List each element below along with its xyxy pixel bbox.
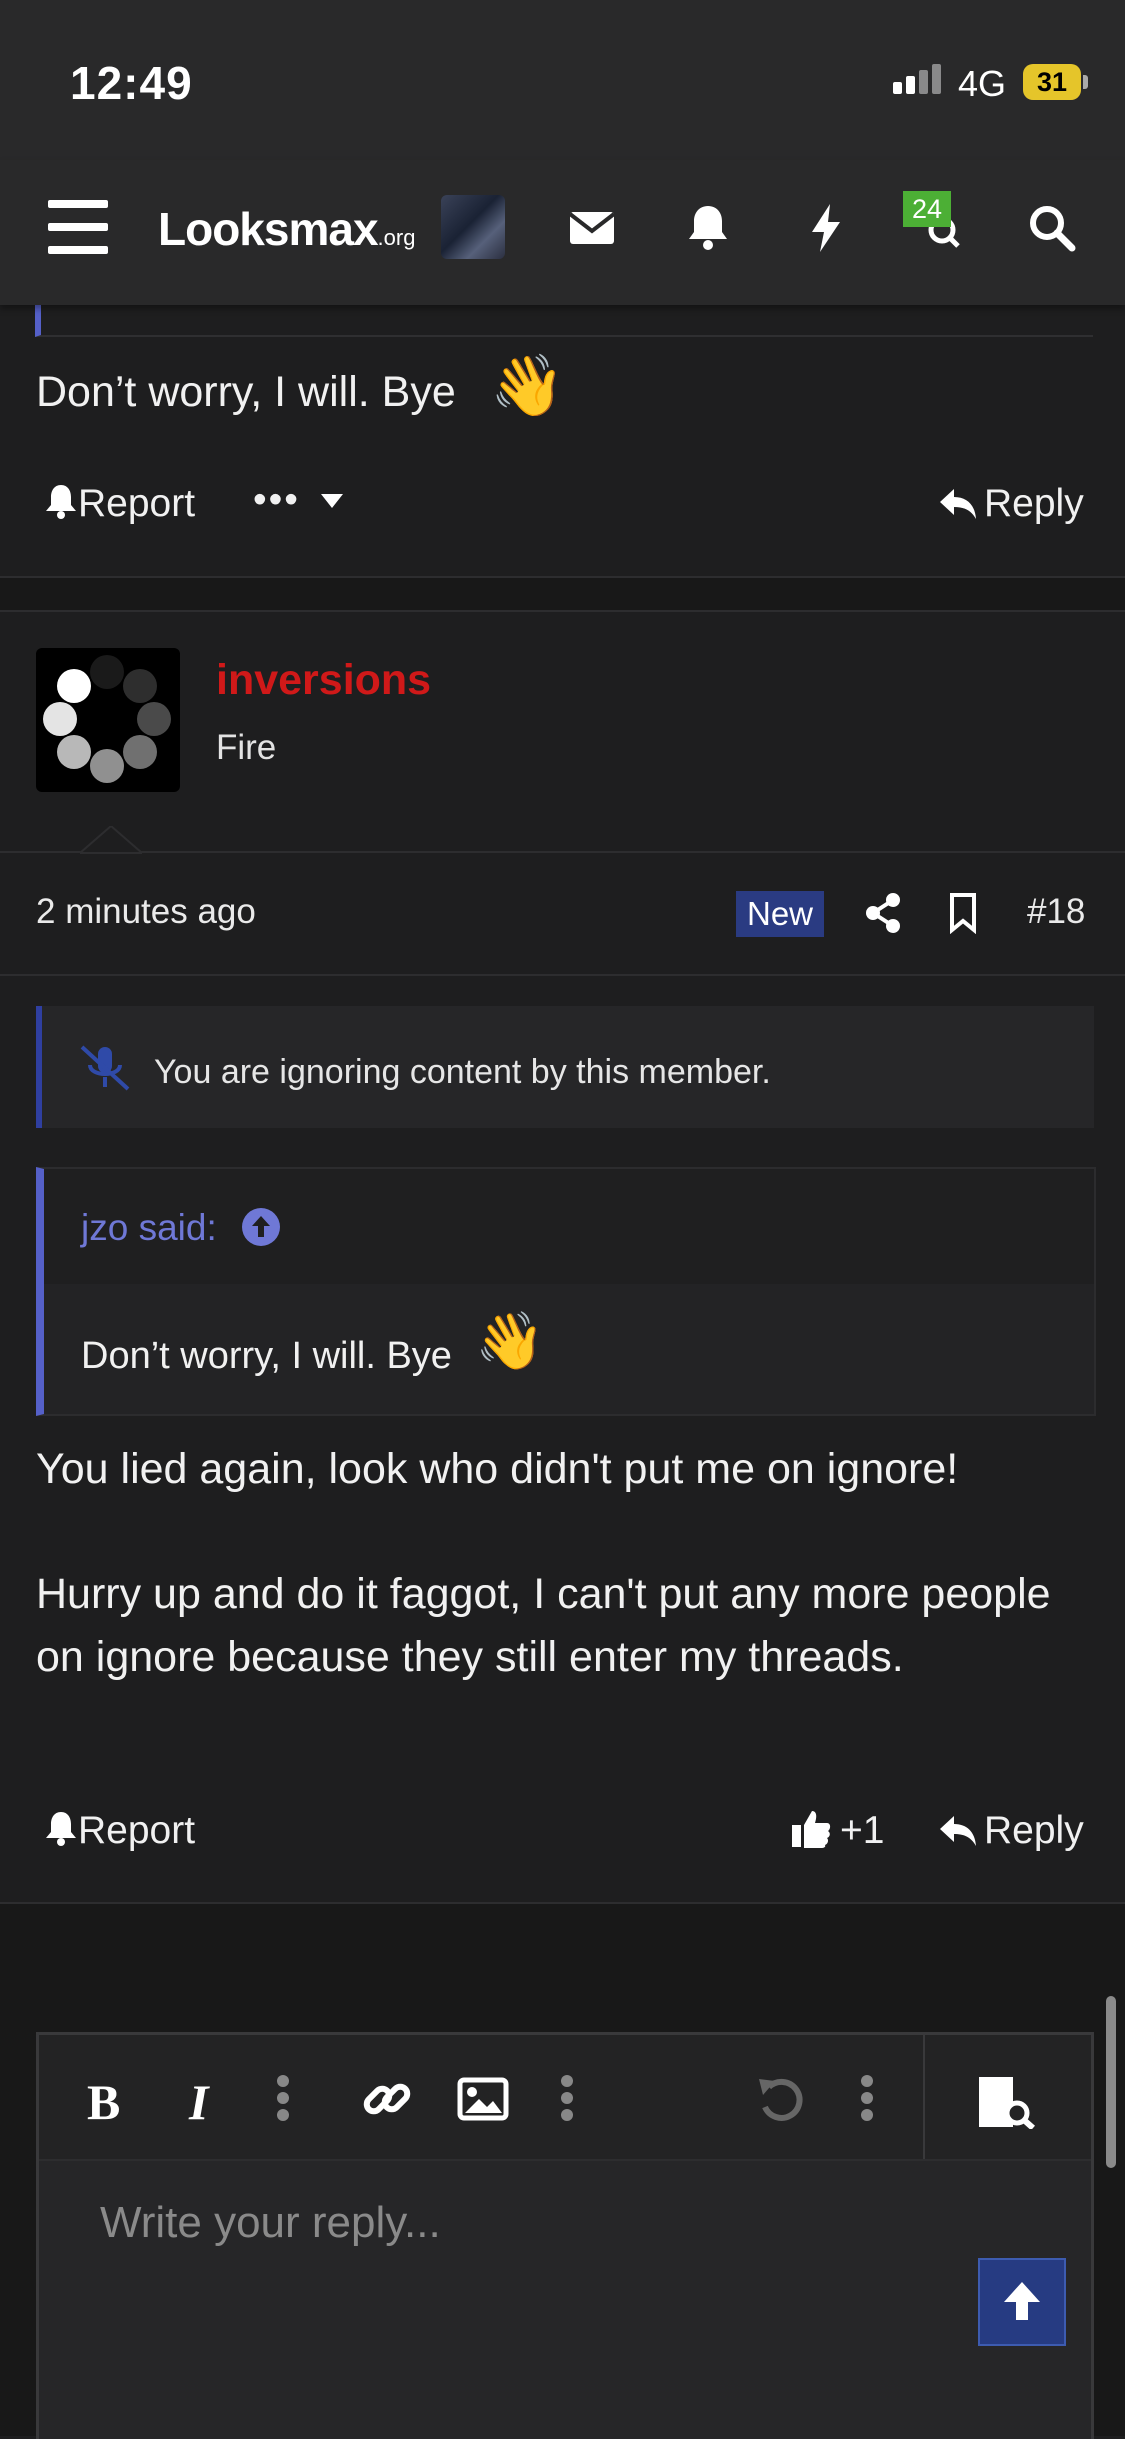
thumbs-up-icon [792,1811,831,1848]
preview-icon[interactable] [975,2075,1037,2129]
editor-toolbar: B I [39,2035,1091,2161]
quote-block [36,1167,1096,1416]
arrow-pointer [80,826,142,854]
post-user-title: Fire [216,728,277,767]
search-icon[interactable] [1022,198,1082,258]
previous-reply-button[interactable]: Reply [938,482,1084,526]
reply-input[interactable]: Write your reply... [100,2198,441,2248]
post-paragraph: You lied again, look who didn't put me o… [36,1445,959,1493]
meta-divider [0,974,1125,976]
loading-spinner-icon [43,655,171,783]
reply-arrow-icon [940,1816,976,1846]
previous-quote-tail [35,305,1093,337]
network-type: 4G [958,63,1007,104]
chevron-down-icon [320,494,343,508]
reply-arrow-icon [940,489,976,519]
undo-icon[interactable] [755,2073,807,2123]
report-button[interactable]: Report [44,1809,195,1853]
previous-post-body: Don’t worry, I will. Bye [36,368,456,416]
new-badge: New [736,891,824,937]
reply-button[interactable]: Reply [938,1809,1084,1853]
post-number-link[interactable]: #18 [1027,892,1085,932]
status-bar: 12:49 4G 31 [0,0,1125,160]
ignore-notice-text: You are ignoring content by this member. [154,1053,771,1091]
waving-hand-emoji: 👋 [490,352,565,419]
scroll-to-top-button[interactable] [978,2258,1066,2346]
scrollbar[interactable] [1106,1996,1116,2168]
waving-hand-emoji: 👋 [475,1309,545,1372]
more-options-button[interactable]: ••• [253,478,345,522]
user-avatar[interactable] [441,195,505,259]
menu-icon[interactable] [48,200,108,254]
envelope-icon[interactable] [562,198,622,258]
bold-button[interactable]: B [87,2073,120,2131]
image-icon[interactable] [457,2077,509,2121]
bell-icon [46,485,76,519]
post-paragraph: Hurry up and do it faggot, I can't put a… [36,1570,1051,1681]
more-insert-options-icon[interactable] [559,2073,575,2123]
site-logo[interactable]: Looksmax.org [158,202,415,256]
toolbar-separator [923,2035,925,2159]
previous-report-button[interactable]: Report [44,482,195,526]
like-button[interactable]: +1 [790,1809,884,1853]
bookmark-icon[interactable] [948,892,978,934]
status-time: 12:49 [70,57,193,109]
arrow-up-icon [1004,2282,1040,2320]
bell-icon [46,1812,76,1846]
link-icon[interactable] [361,2073,413,2125]
italic-button[interactable]: I [189,2073,208,2131]
more-options-icon[interactable] [859,2073,875,2123]
post-timestamp[interactable]: 2 minutes ago [36,892,256,932]
share-icon[interactable] [864,892,902,934]
battery-nub [1083,75,1088,89]
top-navbar: Looksmax.org 24 [0,160,1125,305]
header-divider [0,851,1125,853]
quote-author[interactable]: jzo said: [81,1207,281,1249]
chat-badge: 24 [903,191,951,227]
arrow-up-circle-icon[interactable] [241,1207,281,1247]
bell-icon[interactable] [678,198,738,258]
post-divider [0,610,1125,612]
muted-microphone-icon [80,1045,130,1091]
signal-icon [893,64,945,94]
lightning-icon[interactable] [796,198,856,258]
quote-text: Don’t worry, I will. Bye [81,1335,452,1377]
member-avatar[interactable] [36,648,180,792]
more-text-options-icon[interactable] [275,2073,291,2123]
post-separator [0,578,1125,610]
battery-icon: 31 [1023,64,1081,100]
post-username[interactable]: inversions [216,656,431,705]
